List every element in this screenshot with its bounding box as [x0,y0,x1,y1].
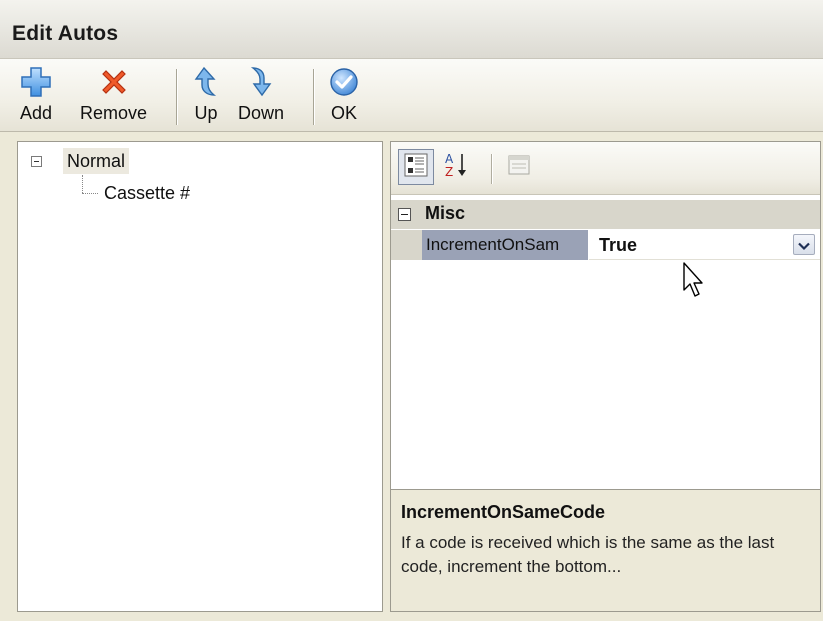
alphabetical-button[interactable]: A Z [438,149,474,185]
add-button[interactable]: Add [18,63,54,129]
property-grid: A Z Misc IncrementOnSam True IncrementOn… [390,141,821,612]
tree-node-cassette[interactable]: Cassette # [104,180,190,206]
dropdown-button[interactable] [793,234,815,255]
up-button[interactable]: Up [188,63,224,129]
property-row[interactable]: IncrementOnSam True [391,230,820,260]
description-title: IncrementOnSameCode [401,502,606,522]
add-plus-icon [18,63,54,101]
sort-az-icon: A Z [441,150,471,185]
description-text: If a code is received which is the same … [401,533,775,576]
categorized-button[interactable] [398,149,434,185]
ok-button[interactable]: OK [326,63,362,129]
category-name: Misc [425,203,466,223]
window-title: Edit Autos [12,22,119,45]
down-button-label: Down [238,103,285,123]
property-pages-icon [507,153,531,182]
svg-text:Z: Z [445,165,453,179]
chevron-down-icon [798,230,810,260]
ok-button-label: OK [330,103,357,123]
category-row-misc[interactable]: Misc [391,200,820,229]
mouse-pointer-icon [683,262,707,305]
main-toolbar: Add Remove Up Down OK [0,59,823,132]
tree-node-normal[interactable]: Normal [63,148,130,174]
property-description-pane: IncrementOnSameCode If a code is receive… [391,490,820,611]
down-button[interactable]: Down [238,63,284,129]
tree-collapse-toggle[interactable] [31,156,42,167]
autos-tree-view[interactable]: Normal Cassette # [17,141,383,612]
tree-node-cassette-label: Cassette # [104,183,191,203]
up-arrow-icon [188,63,224,101]
add-button-label: Add [19,103,53,123]
property-grid-toolbar: A Z [391,142,820,195]
property-list: Misc IncrementOnSam True [391,195,820,490]
categorized-icon [403,152,429,183]
tree-node-normal-label: Normal [67,151,126,171]
toolbar-separator [491,154,492,184]
toolbar-separator [176,69,177,125]
toolbar-separator [313,69,314,125]
remove-button-label: Remove [80,103,148,123]
remove-x-icon [96,63,132,101]
remove-button[interactable]: Remove [80,63,147,129]
property-value: True [599,235,638,255]
tree-connector-line [82,175,83,193]
up-button-label: Up [194,103,218,123]
svg-text:A: A [445,152,454,166]
property-value-dropdown[interactable]: True [589,230,820,260]
tree-connector-line [82,193,98,194]
category-collapse-toggle[interactable] [398,208,411,221]
property-name[interactable]: IncrementOnSam [422,230,588,260]
window-title-bar: Edit Autos [0,0,823,59]
property-pages-button[interactable] [501,149,537,185]
down-arrow-icon [243,63,279,101]
property-row-gutter [391,230,422,260]
ok-check-icon [326,63,362,101]
